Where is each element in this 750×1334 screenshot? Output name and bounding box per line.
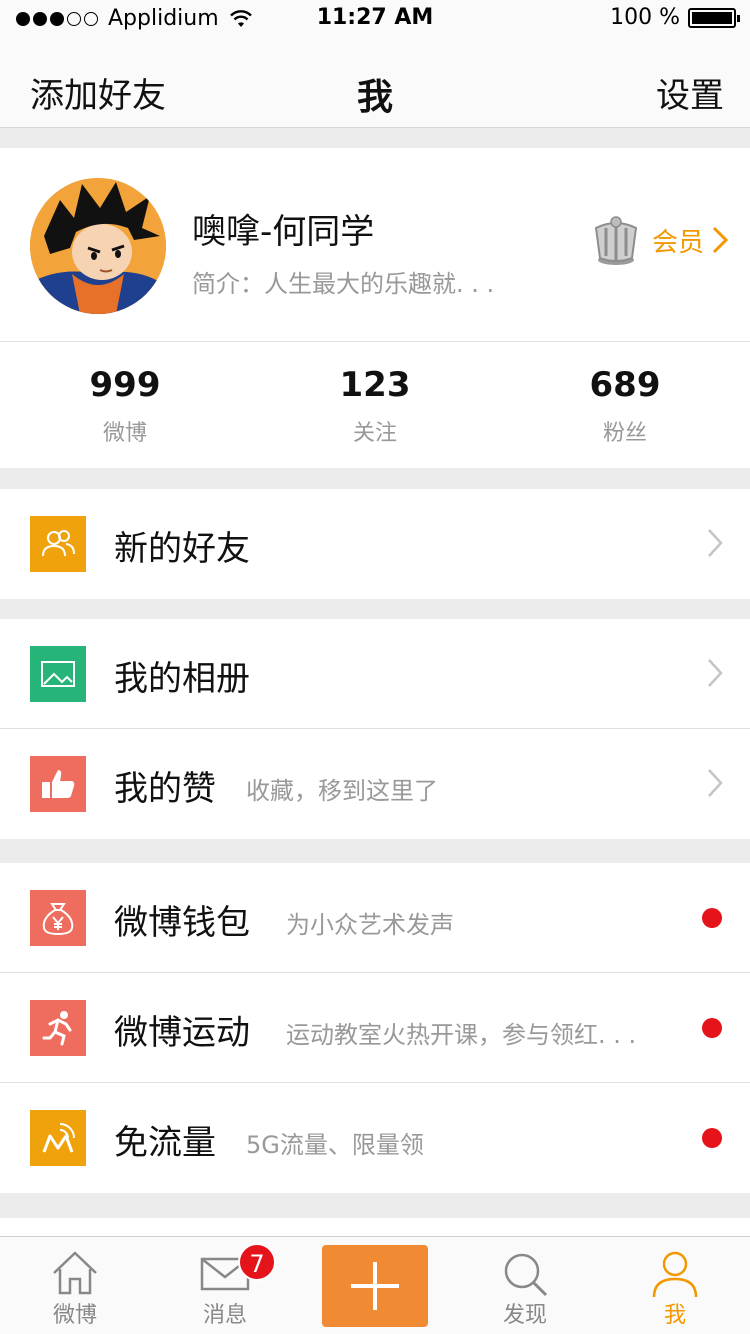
menu-item-label: 新的好友 [114, 529, 250, 569]
menu-item-label: 我的相册 [114, 659, 250, 699]
status-bar: Applidium 11:27 AM 100 % [0, 0, 750, 40]
compose-button[interactable] [322, 1245, 428, 1327]
stat-following[interactable]: 123 关注 [250, 343, 500, 468]
menu-item-free-data[interactable]: 免流量 5G流量、限量领 [0, 1083, 750, 1193]
menu-item-likes[interactable]: 我的赞 收藏，移到这里了 [0, 729, 750, 839]
tab-messages[interactable]: 7 消息 [150, 1237, 300, 1334]
chevron-right-icon [708, 769, 723, 797]
notification-dot [702, 1128, 722, 1148]
thumbs-up-icon [30, 756, 86, 812]
profile-card: 噢嗱-何同学 简介：人生最大的乐趣就. . . 会员 999 微博 123 关注… [0, 148, 750, 468]
notification-dot [702, 1018, 722, 1038]
stat-weibo[interactable]: 999 微博 [0, 343, 250, 468]
menu-group-personal: 我的相册 我的赞 收藏，移到这里了 [0, 619, 750, 839]
tab-label: 微博 [52, 1303, 97, 1328]
signal-icon [30, 1110, 86, 1166]
menu-item-label: 微博运动 [114, 1013, 250, 1053]
stat-label: 微博 [102, 421, 147, 446]
navigation-bar: 添加好友 我 设置 [0, 40, 750, 128]
menu-item-wallet[interactable]: 微博钱包 为小众艺术发声 [0, 863, 750, 973]
tab-me[interactable]: 我 [600, 1237, 750, 1334]
home-icon [53, 1251, 97, 1295]
chevron-right-icon [712, 226, 728, 254]
battery-icon [688, 7, 740, 28]
menu-item-subtitle: 收藏，移到这里了 [246, 777, 438, 805]
menu-item-label: 免流量 [114, 1123, 216, 1163]
vip-membership-link[interactable]: 会员 [588, 212, 728, 268]
battery-status: 100 % [610, 5, 740, 30]
runner-icon [30, 1000, 86, 1056]
stat-value: 689 [589, 365, 661, 405]
notification-dot [702, 908, 722, 928]
chevron-right-icon [708, 659, 723, 687]
stat-label: 粉丝 [602, 421, 647, 446]
friends-icon [30, 516, 86, 572]
menu-item-subtitle: 运动教室火热开课，参与领红. . . [286, 1021, 637, 1049]
money-bag-icon [30, 890, 86, 946]
menu-item-label: 我的赞 [114, 769, 216, 809]
plus-icon [351, 1262, 399, 1310]
username: 噢嗱-何同学 [192, 212, 375, 252]
tab-bar: 微博 7 消息 发现 我 [0, 1236, 750, 1334]
avatar[interactable] [30, 178, 166, 314]
unread-badge: 7 [238, 1243, 276, 1281]
stat-label: 关注 [352, 421, 397, 446]
tab-label: 发现 [502, 1303, 547, 1328]
menu-item-subtitle: 为小众艺术发声 [286, 911, 454, 939]
menu-item-label: 微博钱包 [114, 903, 250, 943]
stat-value: 123 [339, 365, 411, 405]
menu-item-album[interactable]: 我的相册 [0, 619, 750, 729]
menu-item-sport[interactable]: 微博运动 运动教室火热开课，参与领红. . . [0, 973, 750, 1083]
profile-header[interactable]: 噢嗱-何同学 简介：人生最大的乐趣就. . . 会员 [0, 148, 750, 342]
page-title: 我 [356, 77, 393, 118]
chevron-right-icon [708, 529, 723, 557]
menu-group-services: 微博钱包 为小众艺术发声 微博运动 运动教室火热开课，参与领红. . . 免流量… [0, 863, 750, 1193]
bio-text: 简介：人生最大的乐趣就. . . [192, 270, 495, 298]
tab-label: 消息 [202, 1303, 247, 1328]
stat-followers[interactable]: 689 粉丝 [500, 343, 750, 468]
menu-item-subtitle: 5G流量、限量领 [246, 1131, 424, 1159]
battery-percent: 100 % [610, 5, 680, 30]
crown-icon [594, 216, 638, 265]
search-icon [504, 1253, 548, 1297]
menu-group-more [0, 1218, 750, 1236]
menu-group-friends: 新的好友 [0, 489, 750, 599]
tab-home[interactable]: 微博 [0, 1237, 150, 1334]
stat-value: 999 [89, 365, 161, 405]
tab-label: 我 [663, 1303, 686, 1328]
settings-button[interactable]: 设置 [656, 68, 724, 117]
vip-label: 会员 [651, 227, 704, 258]
person-icon [652, 1251, 698, 1298]
profile-stats: 999 微博 123 关注 689 粉丝 [0, 343, 750, 468]
menu-item-new-friends[interactable]: 新的好友 [0, 489, 750, 599]
picture-icon [30, 646, 86, 702]
tab-discover[interactable]: 发现 [450, 1237, 600, 1334]
